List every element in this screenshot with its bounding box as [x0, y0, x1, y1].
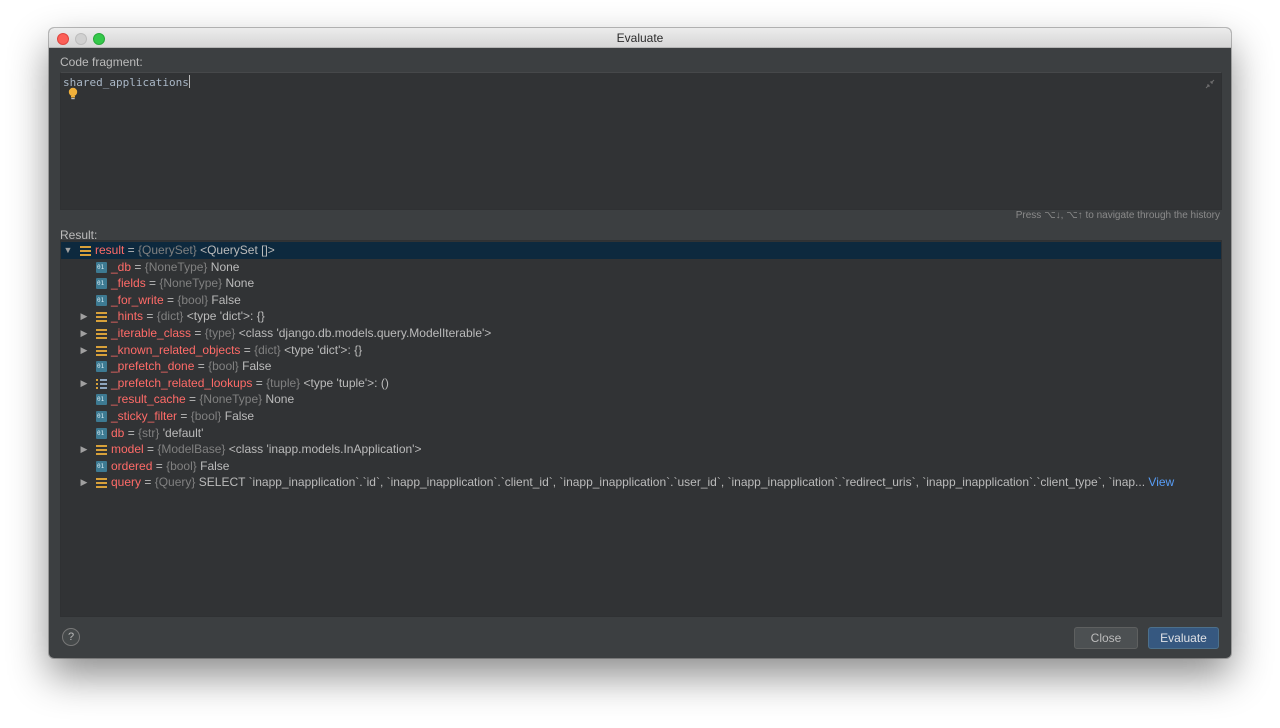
- object-icon: [96, 344, 107, 356]
- tree-row[interactable]: ▶ model = {ModelBase} <class 'inapp.mode…: [61, 441, 1221, 458]
- object-icon: [96, 477, 107, 489]
- tree-row-result[interactable]: ▼ result = {QuerySet} <QuerySet []>: [61, 242, 1221, 259]
- var-type: {type}: [204, 326, 236, 340]
- collapse-icon[interactable]: [1205, 79, 1215, 89]
- primitive-icon: [96, 427, 107, 439]
- evaluate-dialog: Evaluate Code fragment: shared_applicati…: [49, 28, 1231, 658]
- var-value: False: [224, 409, 255, 423]
- var-type: {ModelBase}: [157, 442, 226, 457]
- primitive-icon: [96, 394, 107, 406]
- var-value: False: [200, 458, 230, 473]
- var-name: result: [95, 243, 125, 257]
- var-type: {dict}: [156, 309, 184, 324]
- var-type: {dict}: [254, 342, 281, 357]
- var-name: _known_related_objects: [111, 342, 241, 357]
- object-icon: [96, 311, 107, 323]
- tree-row[interactable]: ▶ _prefetch_related_lookups = {tuple} <t…: [61, 375, 1221, 392]
- var-value: 'default': [162, 425, 204, 440]
- var-value: None: [265, 392, 295, 407]
- var-type: {bool}: [190, 409, 222, 423]
- var-value: <type 'dict'>: {}: [284, 342, 363, 357]
- var-type: {tuple}: [266, 375, 301, 390]
- var-name: ordered: [111, 458, 153, 473]
- var-name: _prefetch_done: [111, 359, 195, 374]
- history-hint: Press ⌥↓, ⌥↑ to navigate through the his…: [1015, 210, 1220, 221]
- title-bar: Evaluate: [49, 28, 1231, 48]
- var-type: {Query}: [154, 475, 196, 490]
- tree-row-query[interactable]: ▶ query = {Query} SELECT `inapp_inapplic…: [61, 474, 1221, 491]
- var-type: {str}: [138, 425, 160, 440]
- var-value: <type 'tuple'>: (): [303, 375, 389, 390]
- close-button[interactable]: Close: [1074, 627, 1138, 649]
- object-icon: [96, 328, 107, 339]
- var-value: <class 'inapp.models.InApplication'>: [228, 442, 422, 457]
- var-name: _result_cache: [111, 392, 186, 407]
- evaluate-button[interactable]: Evaluate: [1148, 627, 1219, 649]
- expand-arrow-icon[interactable]: ▶: [79, 474, 89, 491]
- tree-row[interactable]: _result_cache = {NoneType} None: [61, 391, 1221, 408]
- var-type: {NoneType}: [199, 392, 263, 407]
- tree-row[interactable]: ▶ _iterable_class = {type} <class 'djang…: [61, 325, 1221, 342]
- primitive-icon: [96, 278, 107, 290]
- var-type: {bool}: [177, 292, 209, 307]
- var-name: _sticky_filter: [111, 409, 178, 423]
- var-value: False: [242, 359, 272, 374]
- var-name: _fields: [111, 276, 146, 291]
- object-icon: [80, 245, 91, 256]
- tree-row[interactable]: db = {str} 'default': [61, 425, 1221, 442]
- code-fragment-editor[interactable]: shared_applications: [60, 72, 1222, 210]
- var-type: {NoneType}: [144, 259, 208, 274]
- window-title: Evaluate: [616, 31, 664, 45]
- tree-row[interactable]: ▶ _known_related_objects = {dict} <type …: [61, 342, 1221, 359]
- var-value: <type 'dict'>: {}: [186, 309, 265, 324]
- var-name: _iterable_class: [111, 326, 192, 340]
- collapse-arrow-icon[interactable]: ▼: [63, 242, 73, 259]
- var-value: None: [210, 259, 240, 274]
- primitive-icon: [96, 294, 107, 306]
- var-type: {bool}: [166, 458, 197, 473]
- tree-row[interactable]: _fields = {NoneType} None: [61, 275, 1221, 292]
- tree-row[interactable]: _sticky_filter = {bool} False: [61, 408, 1221, 425]
- expand-arrow-icon[interactable]: ▶: [79, 325, 89, 342]
- primitive-icon: [96, 361, 107, 373]
- tree-row[interactable]: _db = {NoneType} None: [61, 259, 1221, 276]
- var-name: _hints: [111, 309, 144, 324]
- var-name: _prefetch_related_lookups: [111, 375, 253, 390]
- object-icon: [96, 444, 107, 456]
- help-button[interactable]: ?: [62, 628, 80, 646]
- var-name: _for_write: [111, 292, 164, 307]
- code-fragment-text[interactable]: shared_applications: [63, 75, 190, 89]
- code-fragment-label: Code fragment:: [60, 55, 143, 69]
- var-value: False: [211, 292, 241, 307]
- expand-arrow-icon[interactable]: ▶: [79, 375, 89, 392]
- expand-arrow-icon[interactable]: ▶: [79, 308, 89, 325]
- var-value: None: [225, 276, 255, 291]
- tree-row[interactable]: ▶ _hints = {dict} <type 'dict'>: {}: [61, 308, 1221, 325]
- var-type: {bool}: [208, 359, 239, 374]
- var-type: {NoneType}: [159, 276, 223, 291]
- var-name: query: [111, 475, 142, 490]
- lightbulb-icon[interactable]: [67, 87, 79, 101]
- view-link[interactable]: View: [1148, 475, 1174, 489]
- expand-arrow-icon[interactable]: ▶: [79, 342, 89, 359]
- list-icon: [96, 377, 107, 389]
- truncation-ellipsis: ...: [1135, 475, 1146, 490]
- var-name: model: [111, 442, 144, 457]
- var-type: {QuerySet}: [138, 243, 197, 257]
- primitive-icon: [96, 261, 107, 273]
- var-value: <class 'django.db.models.query.ModelIter…: [238, 326, 492, 340]
- result-tree[interactable]: ▼ result = {QuerySet} <QuerySet []> _db …: [60, 240, 1222, 617]
- var-name: _db: [111, 259, 132, 274]
- primitive-icon: [96, 411, 107, 422]
- var-value: SELECT `inapp_inapplication`.`id`, `inap…: [198, 475, 1136, 490]
- var-name: db: [111, 425, 125, 440]
- primitive-icon: [96, 460, 107, 472]
- tree-row[interactable]: _prefetch_done = {bool} False: [61, 358, 1221, 375]
- expand-arrow-icon[interactable]: ▶: [79, 441, 89, 458]
- tree-row[interactable]: _for_write = {bool} False: [61, 292, 1221, 309]
- var-value: <QuerySet []>: [200, 243, 275, 257]
- tree-row[interactable]: ordered = {bool} False: [61, 458, 1221, 475]
